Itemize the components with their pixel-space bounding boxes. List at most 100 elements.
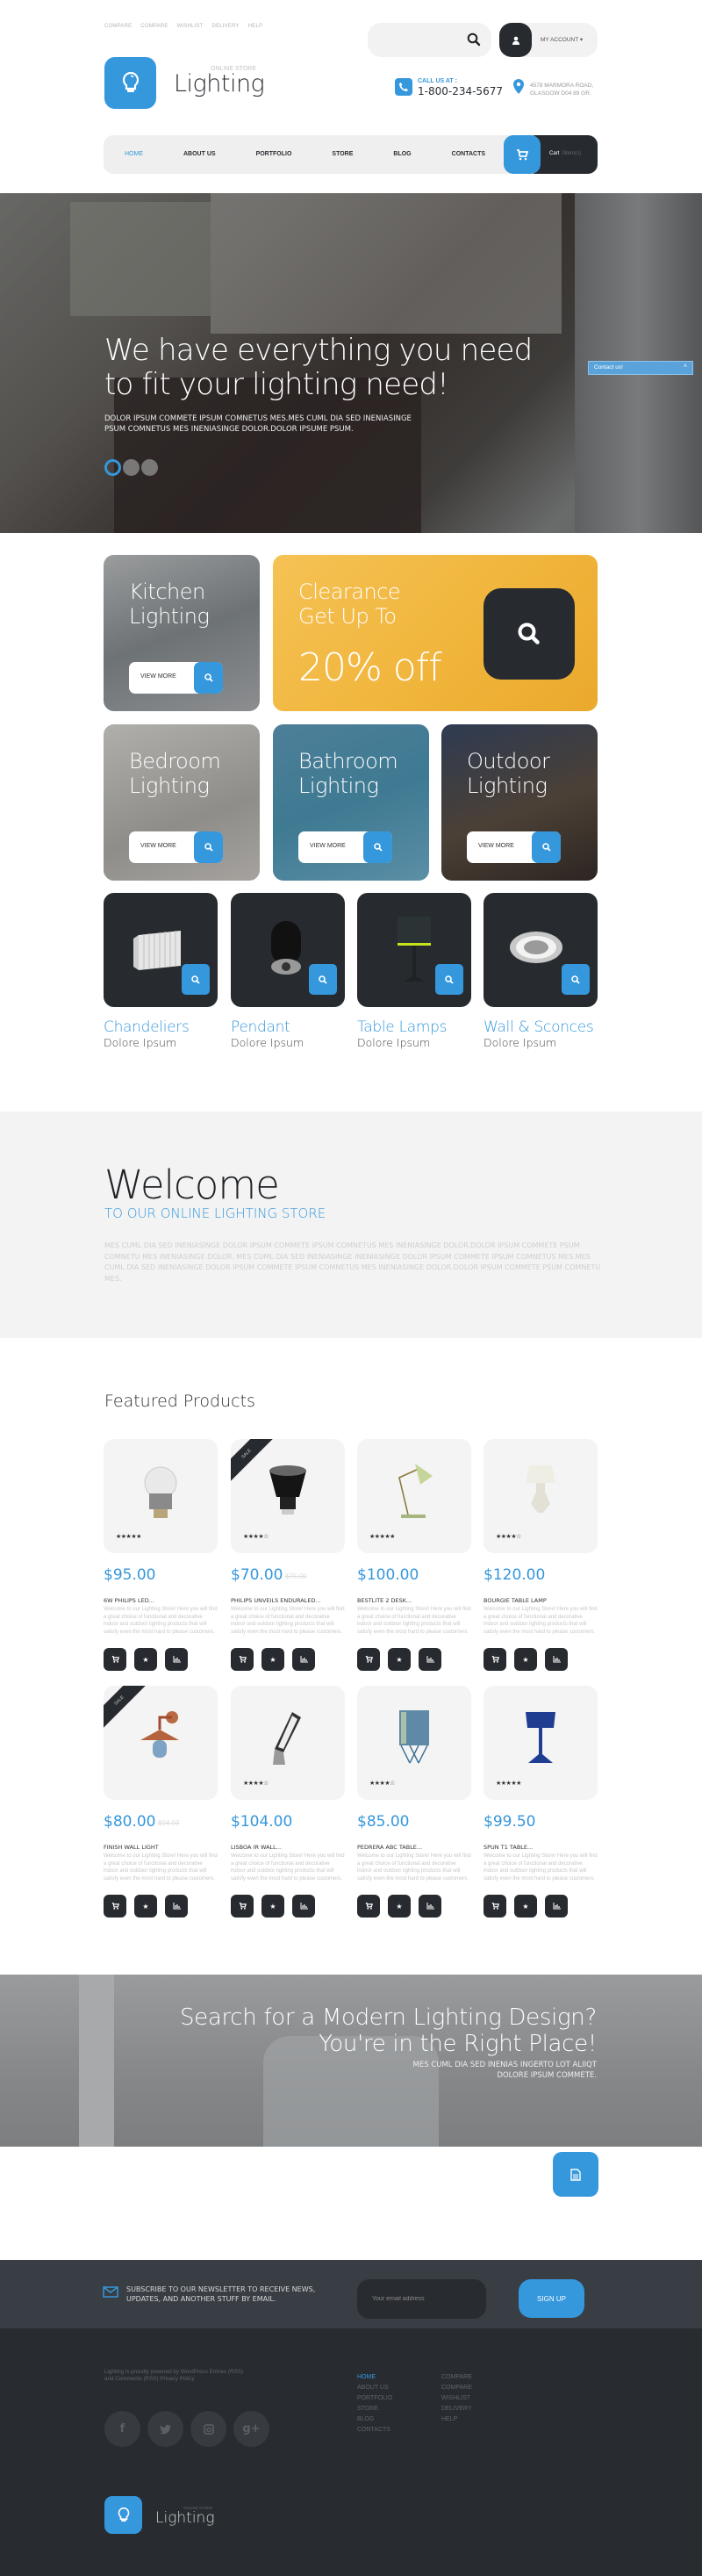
product-image[interactable]: ★★★★★ — [357, 1439, 471, 1553]
footer-link-store[interactable]: STORE — [357, 2404, 392, 2414]
nav-item-about-us[interactable]: ABOUT US — [183, 151, 216, 157]
document-button[interactable] — [553, 2152, 598, 2197]
product-category-label[interactable]: Pendant Dolore Ipsum — [231, 1018, 304, 1049]
product-name[interactable]: PHILIPS UNVEILS ENDURALED... — [231, 1597, 321, 1604]
product-category-wall-sconces[interactable] — [484, 893, 598, 1007]
product-category-table-lamps[interactable] — [357, 893, 471, 1007]
view-more-button[interactable]: VIEW MORE — [129, 662, 223, 694]
add-to-wishlist-button[interactable]: ★ — [134, 1648, 157, 1671]
product-name[interactable]: FINISH WALL LIGHT — [104, 1844, 159, 1851]
view-more-button[interactable]: VIEW MORE — [129, 831, 223, 863]
twitter-icon[interactable] — [147, 2411, 183, 2447]
nav-item-store[interactable]: STORE — [332, 151, 353, 157]
add-to-compare-button[interactable] — [545, 1895, 568, 1918]
add-to-compare-button[interactable] — [165, 1895, 188, 1918]
logo-title[interactable]: Lighting — [174, 70, 265, 97]
category-kitchen[interactable]: Kitchen Lighting VIEW MORE — [104, 555, 260, 711]
product-category-chandeliers[interactable] — [104, 893, 218, 1007]
slide-dot-1[interactable] — [104, 459, 121, 476]
product-image[interactable]: SALE ★★★★☆ — [231, 1439, 345, 1553]
footer-link-compare-2[interactable]: COMPARE — [441, 2383, 472, 2393]
search-icon[interactable] — [467, 32, 481, 50]
product-name[interactable]: SPUN T1 TABLE... — [484, 1844, 533, 1851]
product-image[interactable]: ★★★★★ — [104, 1439, 218, 1553]
category-outdoor[interactable]: Outdoor Lighting VIEW MORE — [441, 724, 598, 881]
product-name[interactable]: LISBOA IR WALL... — [231, 1844, 282, 1851]
search-box[interactable] — [368, 23, 491, 57]
add-to-wishlist-button[interactable]: ★ — [261, 1648, 284, 1671]
footer-link-compare[interactable]: COMPARE — [441, 2372, 472, 2383]
add-to-cart-button[interactable] — [484, 1895, 506, 1918]
add-to-wishlist-button[interactable]: ★ — [261, 1895, 284, 1918]
slide-dot-3[interactable] — [141, 459, 158, 476]
add-to-cart-button[interactable] — [357, 1648, 380, 1671]
product-category-label[interactable]: Chandeliers Dolore Ipsum — [104, 1018, 190, 1049]
add-to-wishlist-button[interactable]: ★ — [514, 1895, 537, 1918]
view-more-button[interactable]: VIEW MORE — [298, 831, 392, 863]
product-image[interactable]: SALE — [104, 1686, 218, 1800]
instagram-icon[interactable] — [190, 2411, 226, 2447]
account-button[interactable] — [499, 23, 532, 57]
zoom-button[interactable] — [182, 964, 210, 995]
clearance-promo[interactable]: Clearance Get Up To 20% off — [273, 555, 598, 711]
slide-dot-2[interactable] — [123, 459, 140, 476]
add-to-wishlist-button[interactable]: ★ — [388, 1648, 411, 1671]
add-to-compare-button[interactable] — [292, 1648, 315, 1671]
product-image[interactable]: ★★★★☆ — [357, 1686, 471, 1800]
footer-logo[interactable] — [104, 2496, 142, 2534]
product-image[interactable]: ★★★★☆ — [231, 1686, 345, 1800]
contact-us-tab[interactable]: Contact us! ˄ — [588, 361, 693, 375]
product-image[interactable]: ★★★★★ — [484, 1686, 598, 1800]
google-plus-icon[interactable]: g+ — [233, 2411, 269, 2447]
add-to-wishlist-button[interactable]: ★ — [514, 1648, 537, 1671]
product-name[interactable]: 6W PHILIPS LED... — [104, 1597, 154, 1604]
category-bedroom[interactable]: Bedroom Lighting VIEW MORE — [104, 724, 260, 881]
footer-link-home[interactable]: HOME — [357, 2372, 392, 2383]
add-to-compare-button[interactable] — [545, 1648, 568, 1671]
nav-item-home[interactable]: HOME — [125, 151, 143, 157]
category-bathroom[interactable]: Bathroom Lighting VIEW MORE — [273, 724, 429, 881]
add-to-cart-button[interactable] — [231, 1648, 254, 1671]
top-link-compare[interactable]: COMPARE — [104, 24, 132, 29]
account-label[interactable]: MY ACCOUNT ▾ — [541, 36, 583, 43]
nav-item-contacts[interactable]: CONTACTS — [452, 151, 485, 157]
zoom-button[interactable] — [309, 964, 337, 995]
footer-link-contacts[interactable]: CONTACTS — [357, 2425, 392, 2436]
add-to-compare-button[interactable] — [292, 1895, 315, 1918]
facebook-icon[interactable]: f — [104, 2411, 140, 2447]
phone-number[interactable]: 1-800-234-5677 — [418, 85, 503, 97]
footer-link-portfolio[interactable]: PORTFOLIO — [357, 2393, 392, 2404]
logo[interactable] — [104, 57, 156, 109]
product-category-label[interactable]: Table Lamps Dolore Ipsum — [357, 1018, 447, 1049]
sign-up-button[interactable]: SIGN UP — [519, 2279, 584, 2318]
top-link-help[interactable]: HELP — [248, 24, 262, 29]
add-to-compare-button[interactable] — [419, 1895, 441, 1918]
footer-link-help[interactable]: HELP — [441, 2414, 472, 2425]
my-account-dropdown[interactable]: MY ACCOUNT ▾ — [499, 23, 598, 57]
footer-link-delivery[interactable]: DELIVERY — [441, 2404, 472, 2414]
product-name[interactable]: BOURGIE TABLE LAMP — [484, 1597, 547, 1604]
clearance-search-button[interactable] — [484, 588, 575, 680]
cart-summary[interactable]: Cart 0item(s) — [534, 135, 598, 174]
view-more-button[interactable]: VIEW MORE — [467, 831, 561, 863]
add-to-cart-button[interactable] — [104, 1648, 126, 1671]
top-link-compare-2[interactable]: COMPARE — [140, 24, 168, 29]
add-to-compare-button[interactable] — [165, 1648, 188, 1671]
add-to-cart-button[interactable] — [484, 1648, 506, 1671]
product-image[interactable]: ★★★★☆ — [484, 1439, 598, 1553]
add-to-cart-button[interactable] — [357, 1895, 380, 1918]
product-category-label[interactable]: Wall & Sconces Dolore Ipsum — [484, 1018, 594, 1049]
cart-button[interactable] — [504, 135, 541, 174]
add-to-wishlist-button[interactable]: ★ — [134, 1895, 157, 1918]
top-link-wishlist[interactable]: WISHLIST — [177, 24, 204, 29]
add-to-cart-button[interactable] — [104, 1895, 126, 1918]
add-to-wishlist-button[interactable]: ★ — [388, 1895, 411, 1918]
nav-item-portfolio[interactable]: PORTFOLIO — [256, 151, 292, 157]
nav-item-blog[interactable]: BLOG — [393, 151, 411, 157]
footer-link-blog[interactable]: BLOG — [357, 2414, 392, 2425]
product-name[interactable]: PEDRERA ABC TABLE... — [357, 1844, 422, 1851]
footer-link-wishlist[interactable]: WISHLIST — [441, 2393, 472, 2404]
top-link-delivery[interactable]: DELIVERY — [212, 24, 240, 29]
add-to-compare-button[interactable] — [419, 1648, 441, 1671]
zoom-button[interactable] — [435, 964, 463, 995]
